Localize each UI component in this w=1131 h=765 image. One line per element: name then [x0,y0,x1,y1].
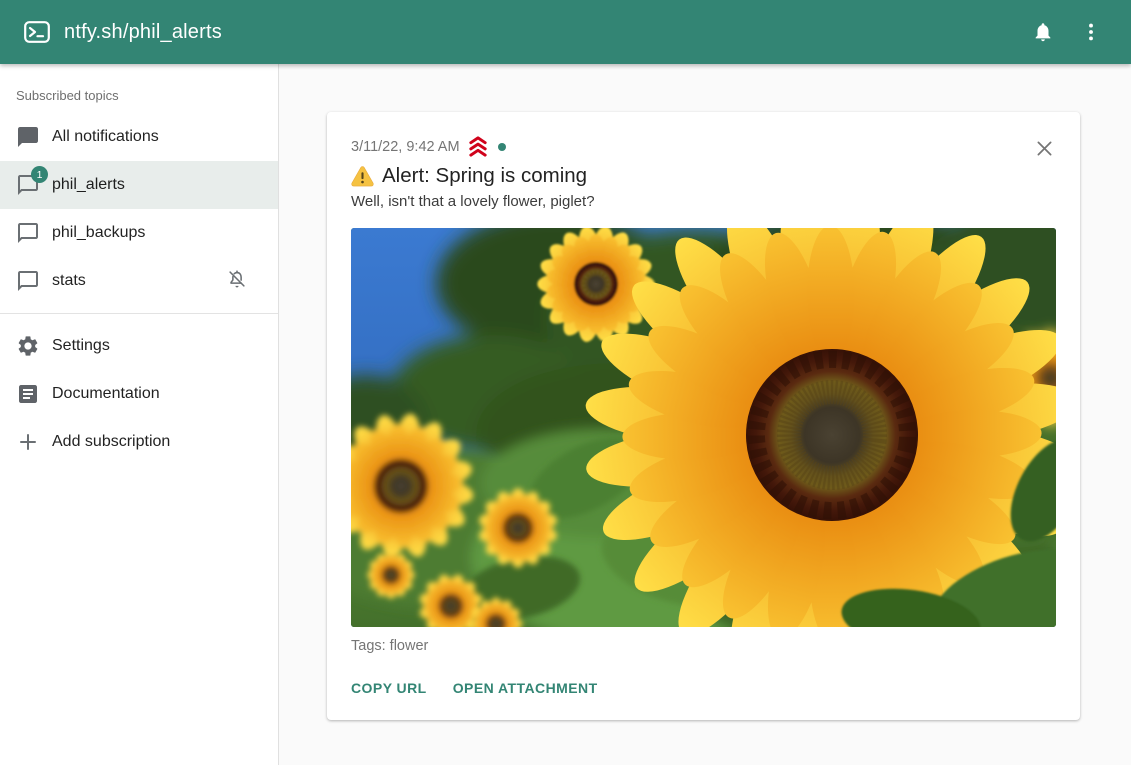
unread-count-badge: 1 [31,166,48,183]
sidebar-item-label: Add subscription [52,433,170,451]
gear-icon [16,334,40,358]
tags-label: Tags: flower [351,638,1056,654]
sidebar-item-settings[interactable]: Settings [0,322,278,370]
chat-bubble-filled-icon [16,125,40,149]
unread-dot [498,143,506,151]
article-icon [16,382,40,406]
sidebar-item-label: All notifications [52,128,159,146]
attachment-image[interactable] [351,228,1056,627]
sidebar-item-all-notifications[interactable]: All notifications [0,113,278,161]
chat-bubble-outline-icon [16,269,40,293]
notifications-off-icon [226,268,248,295]
sunflower-field-photo [351,228,1056,627]
plus-icon [16,430,40,454]
notification-meta: 3/11/22, 9:42 AM [351,136,1056,157]
sidebar-item-label: phil_backups [52,224,145,242]
sidebar-item-documentation[interactable]: Documentation [0,370,278,418]
copy-url-button[interactable]: Copy URL [351,676,427,700]
sidebar-item-add-subscription[interactable]: Add subscription [0,418,278,466]
sidebar-item-phil-alerts[interactable]: 1 phil_alerts [0,161,278,209]
sidebar-item-label: stats [52,272,86,290]
notifications-button[interactable] [1019,8,1067,56]
notification-card: 3/11/22, 9:42 AM Alert: Spring is comi [327,112,1080,720]
warning-icon [351,166,374,187]
sidebar-divider [0,313,278,314]
notifications-icon [1032,21,1054,43]
notification-body: Well, isn't that a lovely flower, piglet… [351,193,1056,210]
notification-actions: Copy URL Open attachment [351,676,1056,700]
sidebar-item-phil-backups[interactable]: phil_backups [0,209,278,257]
sidebar-item-label: Documentation [52,385,160,403]
subscribed-topics-label: Subscribed topics [0,80,278,113]
priority-high-triple-chevron-icon [467,136,489,157]
sidebar: Subscribed topics All notifications 1 ph… [0,64,279,765]
chat-bubble-outline-icon [16,221,40,245]
notification-title: Alert: Spring is coming [382,164,587,188]
sidebar-item-stats[interactable]: stats [0,257,278,305]
kebab-menu-icon [1080,21,1102,43]
main-content: 3/11/22, 9:42 AM Alert: Spring is comi [279,64,1131,765]
close-notification-button[interactable] [1030,134,1058,162]
sidebar-item-label: Settings [52,337,110,355]
chat-bubble-outline-icon: 1 [16,173,40,197]
sidebar-item-label: phil_alerts [52,176,125,194]
close-icon [1034,138,1055,159]
overflow-menu-button[interactable] [1067,8,1115,56]
terminal-icon [24,21,50,43]
timestamp: 3/11/22, 9:42 AM [351,139,460,155]
app-bar: ntfy.sh/phil_alerts [0,0,1131,64]
open-attachment-button[interactable]: Open attachment [453,676,598,700]
notification-title-row: Alert: Spring is coming [351,164,1056,188]
page-title: ntfy.sh/phil_alerts [64,21,1019,44]
